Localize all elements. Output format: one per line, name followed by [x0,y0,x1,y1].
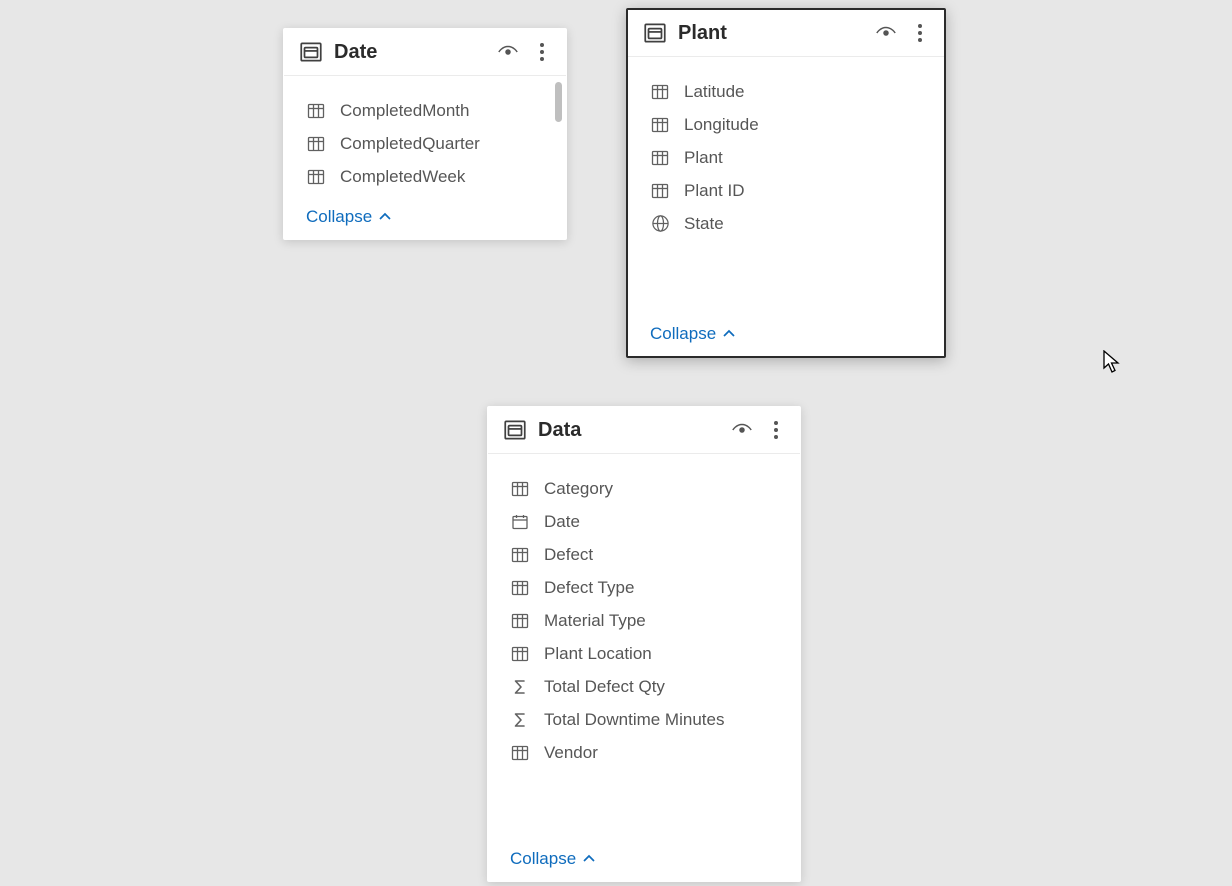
field-row[interactable]: Total Defect Qty [510,670,790,703]
field-row[interactable]: State [650,207,934,240]
column-icon [650,115,670,135]
column-icon [510,578,530,598]
field-label: Date [544,512,580,532]
chevron-up-icon [582,854,596,864]
globe-icon [650,214,670,234]
field-row[interactable]: Category [510,472,790,505]
column-icon [306,167,326,187]
scrollbar-thumb[interactable] [555,82,562,122]
field-row[interactable]: CompletedQuarter [306,127,556,160]
table-icon [642,20,668,46]
table-icon [298,39,324,65]
more-options-icon[interactable] [530,40,554,64]
model-canvas[interactable]: Date CompletedMonthCompletedQuarterCompl… [0,0,1232,886]
field-label: CompletedMonth [340,101,469,121]
column-icon [510,743,530,763]
field-row[interactable]: Vendor [510,736,790,769]
more-options-icon[interactable] [764,418,788,442]
visibility-icon[interactable] [730,418,754,442]
field-label: Defect [544,545,593,565]
field-list: Category Date Defect Defect Type Material Ty… [488,454,800,841]
collapse-label: Collapse [510,849,576,869]
field-label: State [684,214,724,234]
field-label: Plant Location [544,644,652,664]
visibility-icon[interactable] [496,40,520,64]
field-row[interactable]: Total Downtime Minutes [510,703,790,736]
field-list: CompletedMonth CompletedQuarter CompletedW… [284,76,566,199]
field-label: Plant [684,148,723,168]
column-icon [306,101,326,121]
collapse-button[interactable]: Collapse [488,841,800,881]
field-row[interactable]: Material Type [510,604,790,637]
table-title: Plant [678,22,864,45]
field-label: Latitude [684,82,745,102]
collapse-label: Collapse [306,207,372,227]
table-header[interactable]: Date [284,29,566,76]
field-label: Total Defect Qty [544,677,665,697]
field-row[interactable]: Defect [510,538,790,571]
field-list: Latitude Longitude Plant Plant ID State [628,57,944,316]
field-row[interactable]: Date [510,505,790,538]
column-icon [650,82,670,102]
table-header[interactable]: Data [488,407,800,454]
sigma-icon [510,710,530,730]
visibility-icon[interactable] [874,21,898,45]
field-label: Longitude [684,115,759,135]
table-header[interactable]: Plant [628,10,944,57]
field-label: Vendor [544,743,598,763]
column-icon [650,148,670,168]
field-row[interactable]: Plant Location [510,637,790,670]
column-icon [510,611,530,631]
field-label: Category [544,479,613,499]
mouse-cursor-icon [1103,350,1121,374]
column-icon [510,545,530,565]
more-options-icon[interactable] [908,21,932,45]
collapse-button[interactable]: Collapse [284,199,566,239]
table-title: Date [334,41,486,64]
field-row[interactable]: Plant ID [650,174,934,207]
field-label: CompletedWeek [340,167,465,187]
field-label: CompletedQuarter [340,134,480,154]
table-card-data[interactable]: Data Category Date Defect Defect Type Materi… [487,406,801,882]
chevron-up-icon [722,329,736,339]
field-label: Total Downtime Minutes [544,710,724,730]
collapse-button[interactable]: Collapse [628,316,944,356]
chevron-up-icon [378,212,392,222]
field-row[interactable]: Plant [650,141,934,174]
column-icon [510,479,530,499]
calendar-icon [510,512,530,532]
column-icon [306,134,326,154]
table-card-plant[interactable]: Plant Latitude Longitude Plant Plant ID Stat… [626,8,946,358]
field-row[interactable]: CompletedWeek [306,160,556,193]
field-row[interactable]: Longitude [650,108,934,141]
field-label: Plant ID [684,181,744,201]
table-card-date[interactable]: Date CompletedMonthCompletedQuarterCompl… [283,28,567,240]
collapse-label: Collapse [650,324,716,344]
field-row[interactable]: Defect Type [510,571,790,604]
field-row[interactable]: Latitude [650,75,934,108]
column-icon [650,181,670,201]
field-label: Material Type [544,611,646,631]
field-row[interactable]: CompletedMonth [306,94,556,127]
column-icon [510,644,530,664]
sigma-icon [510,677,530,697]
table-title: Data [538,419,720,442]
table-icon [502,417,528,443]
field-label: Defect Type [544,578,634,598]
